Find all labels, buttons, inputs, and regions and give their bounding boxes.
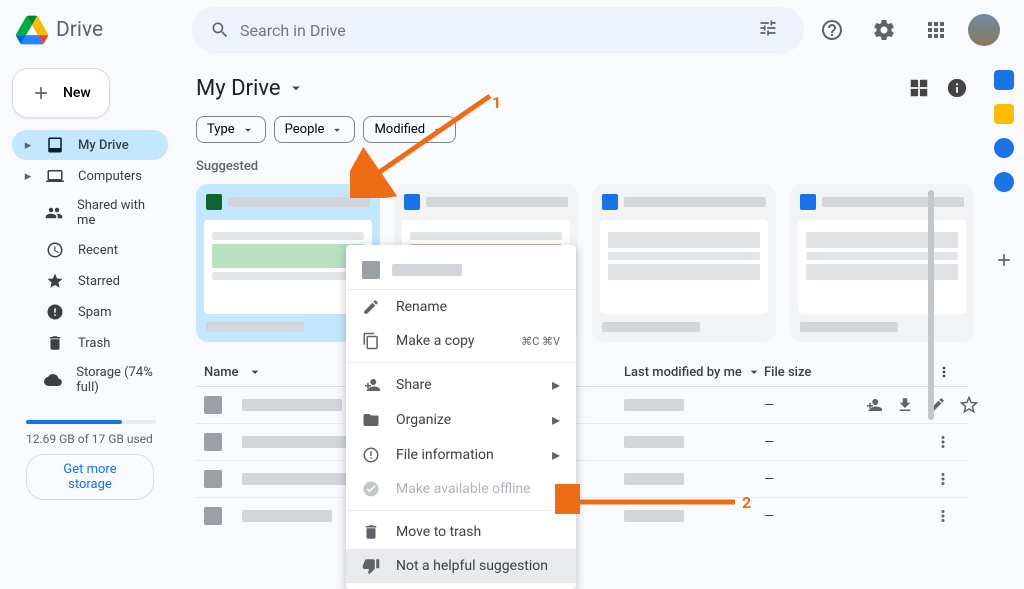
trash-icon (46, 334, 64, 352)
ctx-offline: Make available offline (346, 472, 576, 506)
get-storage-button[interactable]: Get more storage (26, 454, 154, 500)
main: My Drive Type People Modified Suggested … (180, 60, 984, 525)
calendar-addon-icon[interactable] (994, 70, 1014, 90)
page-title[interactable]: My Drive (196, 76, 305, 101)
share-icon[interactable] (864, 396, 882, 414)
contacts-addon-icon[interactable] (994, 172, 1014, 192)
suggested-cards (196, 184, 968, 342)
drive-icon (46, 136, 64, 154)
info-icon[interactable] (946, 77, 968, 99)
grid-view-icon[interactable] (908, 77, 930, 99)
context-menu: Rename Make a copy⌘C ⌘V Share▸ Organize▸… (346, 245, 576, 589)
suggested-card[interactable] (790, 184, 974, 342)
suggested-label: Suggested (196, 159, 968, 174)
nav-shared[interactable]: Shared with me (12, 192, 168, 234)
suggested-card[interactable] (592, 184, 776, 342)
copy-icon (362, 332, 380, 350)
nav-starred[interactable]: Starred (12, 266, 168, 296)
table-row[interactable]: — (196, 387, 968, 424)
file-table: Name Last modified by me File size — (196, 358, 968, 525)
col-size[interactable]: File size (764, 365, 864, 380)
apps-icon[interactable] (916, 10, 956, 50)
search-input[interactable] (240, 21, 740, 40)
people-icon (45, 204, 63, 222)
folder-icon (362, 411, 380, 429)
help-icon[interactable] (812, 10, 852, 50)
side-panel (984, 60, 1024, 525)
drive-logo-icon (16, 15, 48, 45)
ctx-not-helpful[interactable]: Not a helpful suggestion (346, 549, 576, 583)
ctx-trash[interactable]: Move to trash (346, 515, 576, 549)
table-row[interactable]: — (196, 424, 968, 461)
caret-down-icon (431, 123, 445, 137)
search-options-button[interactable] (740, 10, 796, 50)
chip-people[interactable]: People (274, 116, 356, 143)
context-menu-header (346, 251, 576, 290)
ctx-share[interactable]: Share▸ (346, 367, 576, 402)
caret-down-icon (746, 364, 762, 380)
more-icon[interactable] (934, 507, 952, 525)
ctx-file-info[interactable]: File information▸ (346, 437, 576, 472)
table-row[interactable]: — (196, 498, 968, 525)
star-icon (46, 272, 64, 290)
filter-chips: Type People Modified (196, 116, 968, 143)
gear-icon[interactable] (864, 10, 904, 50)
thumb-down-icon (362, 557, 380, 575)
plus-icon (31, 83, 51, 103)
nav-trash[interactable]: Trash (12, 328, 168, 358)
cloud-icon (44, 371, 62, 389)
tasks-addon-icon[interactable] (994, 138, 1014, 158)
col-last-modified[interactable]: Last modified by me (624, 364, 764, 380)
storage-bar (26, 420, 156, 424)
trash-icon (362, 523, 380, 541)
account-avatar[interactable] (968, 14, 1000, 46)
header: Drive (0, 0, 1024, 60)
table-header: Name Last modified by me File size (196, 358, 968, 387)
caret-down-icon (330, 123, 344, 137)
chip-modified[interactable]: Modified (363, 116, 456, 143)
more-icon[interactable] (934, 470, 952, 488)
plus-addon-icon[interactable] (994, 250, 1014, 270)
sidebar: New ▸My Drive ▸Computers Shared with me … (0, 60, 180, 525)
caret-down-icon (241, 123, 255, 137)
search-icon (210, 20, 230, 40)
nav-my-drive[interactable]: ▸My Drive (12, 130, 168, 160)
new-button-label: New (63, 85, 91, 101)
ctx-organize[interactable]: Organize▸ (346, 402, 576, 437)
nav-recent[interactable]: Recent (12, 235, 168, 265)
nav-computers[interactable]: ▸Computers (12, 161, 168, 191)
keep-addon-icon[interactable] (994, 104, 1014, 124)
scrollbar[interactable] (928, 190, 934, 420)
laptop-icon (46, 167, 64, 185)
nav-spam[interactable]: Spam (12, 297, 168, 327)
chip-type[interactable]: Type (196, 116, 266, 143)
person-add-icon (362, 376, 380, 394)
download-icon[interactable] (896, 396, 914, 414)
header-actions (812, 10, 1008, 50)
caret-down-icon (287, 79, 305, 97)
nav-storage[interactable]: Storage (74% full) (12, 359, 168, 401)
nav-list: ▸My Drive ▸Computers Shared with me Rece… (12, 130, 168, 401)
arrow-down-icon (247, 364, 263, 380)
table-row[interactable]: — (196, 461, 968, 498)
ctx-rename[interactable]: Rename (346, 290, 576, 324)
search-bar[interactable] (192, 7, 804, 53)
tune-icon (758, 18, 778, 38)
offline-icon (362, 480, 380, 498)
storage-used-label: 12.69 GB of 17 GB used (26, 432, 154, 446)
spam-icon (46, 303, 64, 321)
info-outline-icon (362, 446, 380, 464)
logo[interactable]: Drive (16, 15, 176, 45)
clock-icon (46, 241, 64, 259)
ctx-copy[interactable]: Make a copy⌘C ⌘V (346, 324, 576, 358)
star-outline-icon[interactable] (960, 396, 978, 414)
more-icon[interactable] (936, 364, 952, 380)
more-icon[interactable] (934, 433, 952, 451)
storage-section: 12.69 GB of 17 GB used Get more storage (12, 402, 168, 510)
pencil-icon (362, 298, 380, 316)
app-name: Drive (56, 18, 103, 42)
new-button[interactable]: New (12, 68, 110, 118)
